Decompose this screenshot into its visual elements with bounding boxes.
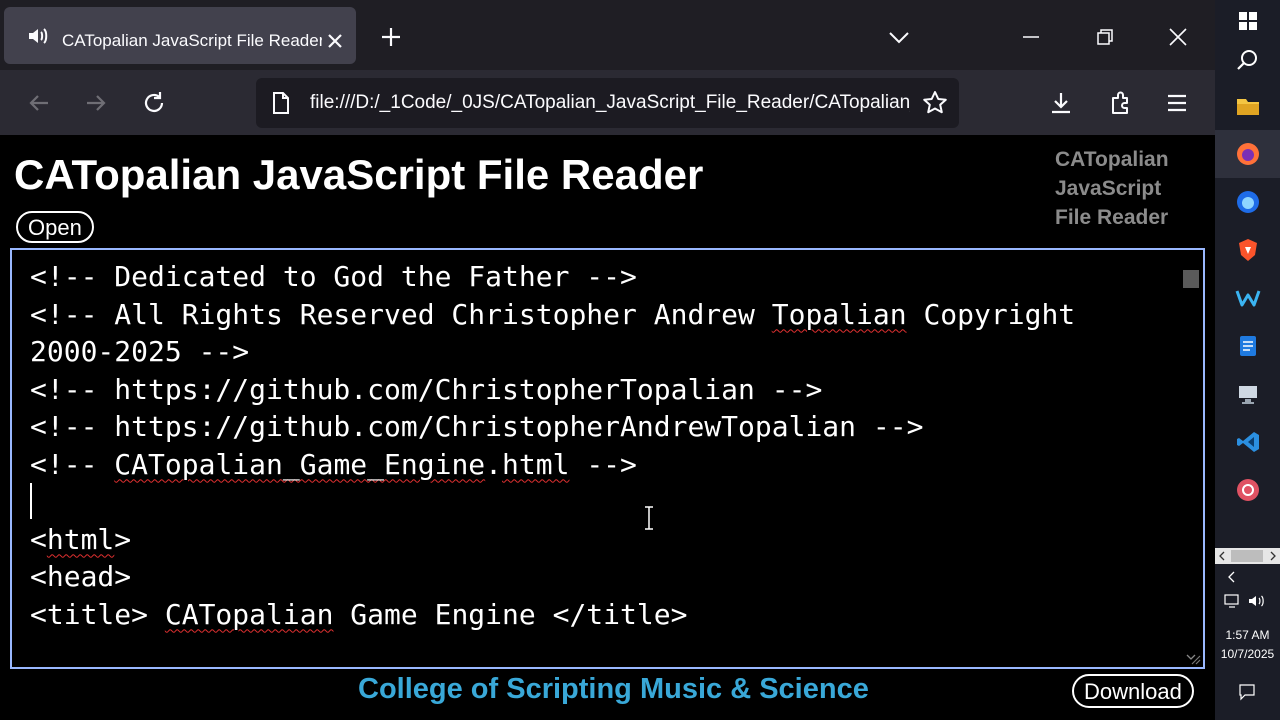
brave-icon[interactable] <box>1235 237 1261 263</box>
page-icon <box>273 92 289 114</box>
taskbar-scrollbar[interactable] <box>1215 548 1280 564</box>
search-icon[interactable] <box>1235 47 1261 73</box>
footer-text: College of Scripting Music & Science <box>358 673 869 705</box>
firefox-developer-icon[interactable] <box>1235 189 1261 215</box>
side-title-line: File Reader <box>1055 206 1169 229</box>
scroll-right-icon[interactable] <box>1268 551 1278 561</box>
restore-icon[interactable] <box>1090 22 1120 52</box>
code-line: <!-- All Rights Reserved Christopher And… <box>30 297 1076 331</box>
vscode-icon[interactable] <box>1235 429 1261 455</box>
computer-icon[interactable] <box>1235 381 1261 407</box>
code-line: <html> <box>30 522 132 556</box>
firefox-icon[interactable] <box>1235 141 1261 167</box>
clock-date[interactable]: 10/7/2025 <box>1215 647 1280 661</box>
network-icon[interactable] <box>1223 593 1243 609</box>
tab-title: CATopalian JavaScript File Reader <box>62 31 322 50</box>
menu-icon[interactable] <box>1162 88 1192 118</box>
code-line: <head> <box>30 560 132 593</box>
ibeam-cursor-icon <box>645 506 653 530</box>
volume-icon[interactable] <box>1247 593 1267 609</box>
code-editor[interactable]: <!-- Dedicated to God the Father --> <!--… <box>10 248 1205 669</box>
nav-bar: file:///D:/_1Code/_0JS/CATopalian_JavaSc… <box>0 70 1215 135</box>
code-text[interactable]: <!-- Dedicated to God the Father --> <!--… <box>30 258 1170 633</box>
windows-start-icon[interactable] <box>1235 8 1261 34</box>
vertical-scrollbar[interactable] <box>1183 270 1199 660</box>
notepad-icon[interactable] <box>1235 333 1261 359</box>
minimize-icon[interactable] <box>1016 22 1046 52</box>
app-a-icon[interactable] <box>1235 477 1261 503</box>
scroll-left-icon[interactable] <box>1217 551 1227 561</box>
download-button[interactable]: Download <box>1072 674 1194 708</box>
chevron-down-icon[interactable] <box>884 22 914 52</box>
scrollbar-thumb[interactable] <box>1183 270 1199 288</box>
code-line: 2000-2025 --> <box>30 335 250 368</box>
tab-strip: CATopalian JavaScript File Reader <box>0 0 1215 70</box>
new-tab-icon[interactable] <box>376 22 406 52</box>
open-button[interactable]: Open <box>16 211 94 243</box>
side-title: CATopalian JavaScript File Reader <box>1055 145 1205 232</box>
back-icon[interactable] <box>24 88 54 118</box>
close-tab-icon[interactable] <box>322 28 348 54</box>
close-window-icon[interactable] <box>1163 22 1193 52</box>
tab-active[interactable]: CATopalian JavaScript File Reader <box>4 7 356 64</box>
code-line: <title> CATopalian Game Engine </title> <box>30 597 688 631</box>
resize-handle-icon[interactable] <box>1189 653 1201 665</box>
side-title-line: CATopalian <box>1055 148 1169 171</box>
side-title-line: JavaScript <box>1055 177 1162 200</box>
forward-icon[interactable] <box>81 88 111 118</box>
url-text[interactable]: file:///D:/_1Code/_0JS/CATopalian_JavaSc… <box>310 92 910 114</box>
notification-icon[interactable] <box>1237 682 1257 702</box>
reload-icon[interactable] <box>139 88 169 118</box>
page-content: CATopalian JavaScript File Reader CATopa… <box>0 135 1215 720</box>
code-line: <!-- CATopalian_Game_Engine.html --> <box>30 447 637 481</box>
taskbar: 1:57 AM 10/7/2025 <box>1215 0 1280 720</box>
text-caret <box>30 483 32 519</box>
file-explorer-icon[interactable] <box>1235 93 1261 119</box>
app-w-icon[interactable] <box>1235 285 1261 311</box>
clock-time[interactable]: 1:57 AM <box>1215 628 1280 642</box>
chevron-left-icon[interactable] <box>1225 569 1239 585</box>
code-line: <!-- Dedicated to God the Father --> <box>30 260 637 293</box>
scrollbar-thumb[interactable] <box>1231 550 1263 562</box>
bookmark-star-icon[interactable] <box>921 89 949 117</box>
extensions-icon[interactable] <box>1105 88 1135 118</box>
page-title: CATopalian JavaScript File Reader <box>14 151 704 198</box>
speaker-icon[interactable] <box>26 24 50 48</box>
download-icon[interactable] <box>1046 88 1076 118</box>
code-line: <!-- https://github.com/ChristopherAndre… <box>30 410 924 443</box>
code-line: <!-- https://github.com/ChristopherTopal… <box>30 372 823 406</box>
address-bar[interactable]: file:///D:/_1Code/_0JS/CATopalian_JavaSc… <box>256 78 959 128</box>
